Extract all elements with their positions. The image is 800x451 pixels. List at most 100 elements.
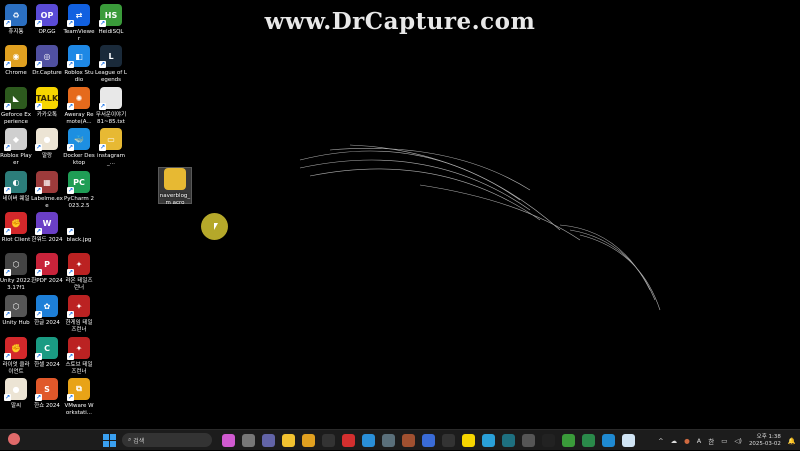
desktop-icon[interactable]: ⬡ ↗ Unity Hub: [0, 295, 32, 327]
desktop-icon[interactable]: TALK ↗ 카카오톡: [31, 87, 63, 119]
desktop-icon[interactable]: ◐ ↗ 네이버 웨일: [0, 171, 32, 203]
shortcut-arrow-icon: ↗: [67, 311, 74, 318]
taskbar-app-dark-icon[interactable]: [441, 433, 455, 447]
shortcut-arrow-icon: ↗: [35, 61, 42, 68]
taskbar-kakaotalk-icon[interactable]: [461, 433, 475, 447]
app-icon: ▭ ↗: [99, 128, 122, 151]
icon-label: Dr.Capture: [32, 70, 62, 76]
shortcut-arrow-icon: ↗: [67, 144, 74, 151]
desktop-icon[interactable]: P ↗ 한PDF 2024: [31, 253, 63, 285]
desktop-icon[interactable]: PC ↗ PyCharm 2023.2.5: [63, 171, 95, 210]
desktop-icon[interactable]: OP ↗ OP.GG: [31, 4, 63, 36]
taskbar-task-view-icon[interactable]: [241, 433, 255, 447]
shortcut-arrow-icon: ↗: [35, 187, 42, 194]
desktop-icon[interactable]: S ↗ 한쇼 2024: [31, 378, 63, 410]
network-icon[interactable]: ▭: [721, 437, 727, 445]
clock[interactable]: 오후 1:38 2025-03-02: [749, 434, 781, 448]
taskbar-copilot-icon[interactable]: [221, 433, 235, 447]
ime-hangul[interactable]: 한: [708, 436, 714, 446]
desktop-icon[interactable]: C ↗ 한셀 2024: [31, 337, 63, 369]
taskbar-app-circle-icon[interactable]: [421, 433, 435, 447]
shortcut-arrow-icon: ↗: [4, 187, 11, 194]
chevron-up-icon[interactable]: ^: [658, 437, 663, 445]
taskbar: ⌕ 검색 ^ ☁ ● A 한 ▭ ◁) 오후 1:38 2025-03-02 🔔: [0, 429, 800, 450]
desktop-icon[interactable]: ✿ ↗ 한글 2024: [31, 295, 63, 327]
icon-label: 말랑: [41, 153, 53, 159]
taskbar-terminal-icon[interactable]: [321, 433, 335, 447]
taskbar-chrome-icon[interactable]: [301, 433, 315, 447]
desktop-icon[interactable]: ⬡ ↗ Unity 2022.3.17f1: [0, 253, 32, 292]
microphone-icon[interactable]: ●: [684, 437, 690, 445]
shortcut-arrow-icon: ↗: [4, 144, 11, 151]
desktop-icon[interactable]: ◧ ↗ Roblox Studio: [63, 45, 95, 84]
desktop-icon[interactable]: ⧉ ↗ VMware Workstati...: [63, 378, 95, 417]
desktop-icon[interactable]: ▦ ↗ Labelme.exe: [31, 171, 63, 210]
icon-label: HeidiSQL: [98, 29, 124, 35]
taskbar-vscode-icon[interactable]: [601, 433, 615, 447]
taskbar-file-explorer-icon[interactable]: [281, 433, 295, 447]
taskbar-dr-capture-icon[interactable]: [341, 433, 355, 447]
volume-icon[interactable]: ◁): [734, 437, 742, 445]
shortcut-arrow-icon: ↗: [99, 103, 106, 110]
desktop-icon[interactable]: ◆ ↗ Roblox Player: [0, 128, 32, 167]
start-button[interactable]: [103, 433, 116, 447]
desktop-icon[interactable]: ◎ ↗ Dr.Capture: [31, 45, 63, 77]
app-icon: OP ↗: [35, 4, 58, 27]
taskbar-heidisql-icon[interactable]: [561, 433, 575, 447]
app-icon: ● ↗: [35, 128, 58, 151]
desktop-icon[interactable]: ⇄ ↗ TeamViewer: [63, 4, 95, 43]
desktop-icon-naverblog-macro[interactable]: naverblog_m acro: [158, 167, 192, 206]
desktop-icon[interactable]: ♻ ↗ 휴지통: [0, 4, 32, 36]
desktop-icon[interactable]: W ↗ 한워드 2024: [31, 212, 63, 244]
taskbar-app-cyan-icon[interactable]: [481, 433, 495, 447]
search-box[interactable]: ⌕ 검색: [122, 433, 212, 447]
ime-mode[interactable]: A: [697, 437, 701, 445]
desktop-icon[interactable]: L ↗ League of Legends: [95, 45, 127, 84]
desktop-icon[interactable]: ✦ ↗ 라온 테일즈런너: [63, 253, 95, 292]
taskbar-teams-icon[interactable]: [261, 433, 275, 447]
widgets-icon[interactable]: [8, 433, 20, 445]
shortcut-arrow-icon: ↗: [35, 103, 42, 110]
desktop-icon[interactable]: HS ↗ HeidiSQL: [95, 4, 127, 36]
date: 2025-03-02: [748, 440, 781, 447]
desktop-icon[interactable]: ● ↗ 말랑: [31, 128, 63, 160]
icon-label: 무서운이야기 81~85.txt: [95, 112, 127, 125]
shortcut-arrow-icon: ↗: [67, 61, 74, 68]
icon-label: Chrome: [5, 70, 27, 76]
taskbar-app-hex-icon[interactable]: [521, 433, 535, 447]
app-icon: ◣ ↗: [4, 87, 27, 110]
desktop-icon[interactable]: ✦ ↗ 한게임 테일즈런너: [63, 295, 95, 334]
desktop-icon[interactable]: ✺ ↗ Aweray Remote(A...: [63, 87, 95, 126]
desktop-icon[interactable]: ↗ 무서운이야기 81~85.txt: [95, 87, 127, 126]
notification-bell-icon[interactable]: 🔔: [788, 437, 796, 445]
desktop-icon[interactable]: ◣ ↗ Geforce Experience: [0, 87, 32, 126]
desktop-icon[interactable]: ● ↗ 말씨: [0, 378, 32, 410]
desktop-icon[interactable]: 🐳 ↗ Docker Desktop: [63, 128, 95, 167]
taskbar-app-teal-icon[interactable]: [501, 433, 515, 447]
desktop-icon[interactable]: ✊ ↗ 라이엇 클라이언트: [0, 337, 32, 376]
desktop-icon[interactable]: ↗ black.jpg: [63, 212, 95, 244]
desktop-icon[interactable]: ▭ ↗ instagram_...: [95, 128, 127, 167]
system-tray: ^ ☁ ● A 한 ▭ ◁) 오후 1:38 2025-03-02 🔔: [658, 430, 796, 451]
app-icon: ◧ ↗: [67, 45, 90, 68]
icon-label: naverblog_m acro: [159, 193, 191, 206]
cloud-icon[interactable]: ☁: [671, 437, 678, 445]
taskbar-app-photo-icon[interactable]: [401, 433, 415, 447]
shortcut-arrow-icon: ↗: [35, 144, 42, 151]
shortcut-arrow-icon: ↗: [99, 144, 106, 151]
icon-label: VMware Workstati...: [64, 403, 94, 416]
desktop-icon[interactable]: ✦ ↗ 스토브 테일즈런너: [63, 337, 95, 376]
shortcut-arrow-icon: ↗: [67, 187, 74, 194]
desktop-icon[interactable]: ◉ ↗ Chrome: [0, 45, 32, 77]
taskbar-console-icon[interactable]: [541, 433, 555, 447]
shortcut-arrow-icon: ↗: [67, 228, 74, 235]
icon-label: 휴지통: [8, 29, 24, 35]
desktop-icon[interactable]: ✊ ↗ Riot Client: [0, 212, 32, 244]
shortcut-arrow-icon: ↗: [99, 20, 106, 27]
taskbar-app-white-icon[interactable]: [621, 433, 635, 447]
app-icon: ◉ ↗: [4, 45, 27, 68]
icon-label: 네이버 웨일: [2, 196, 30, 202]
taskbar-app-green-icon[interactable]: [581, 433, 595, 447]
taskbar-app-blue-icon[interactable]: [361, 433, 375, 447]
taskbar-app-grey-icon[interactable]: [381, 433, 395, 447]
